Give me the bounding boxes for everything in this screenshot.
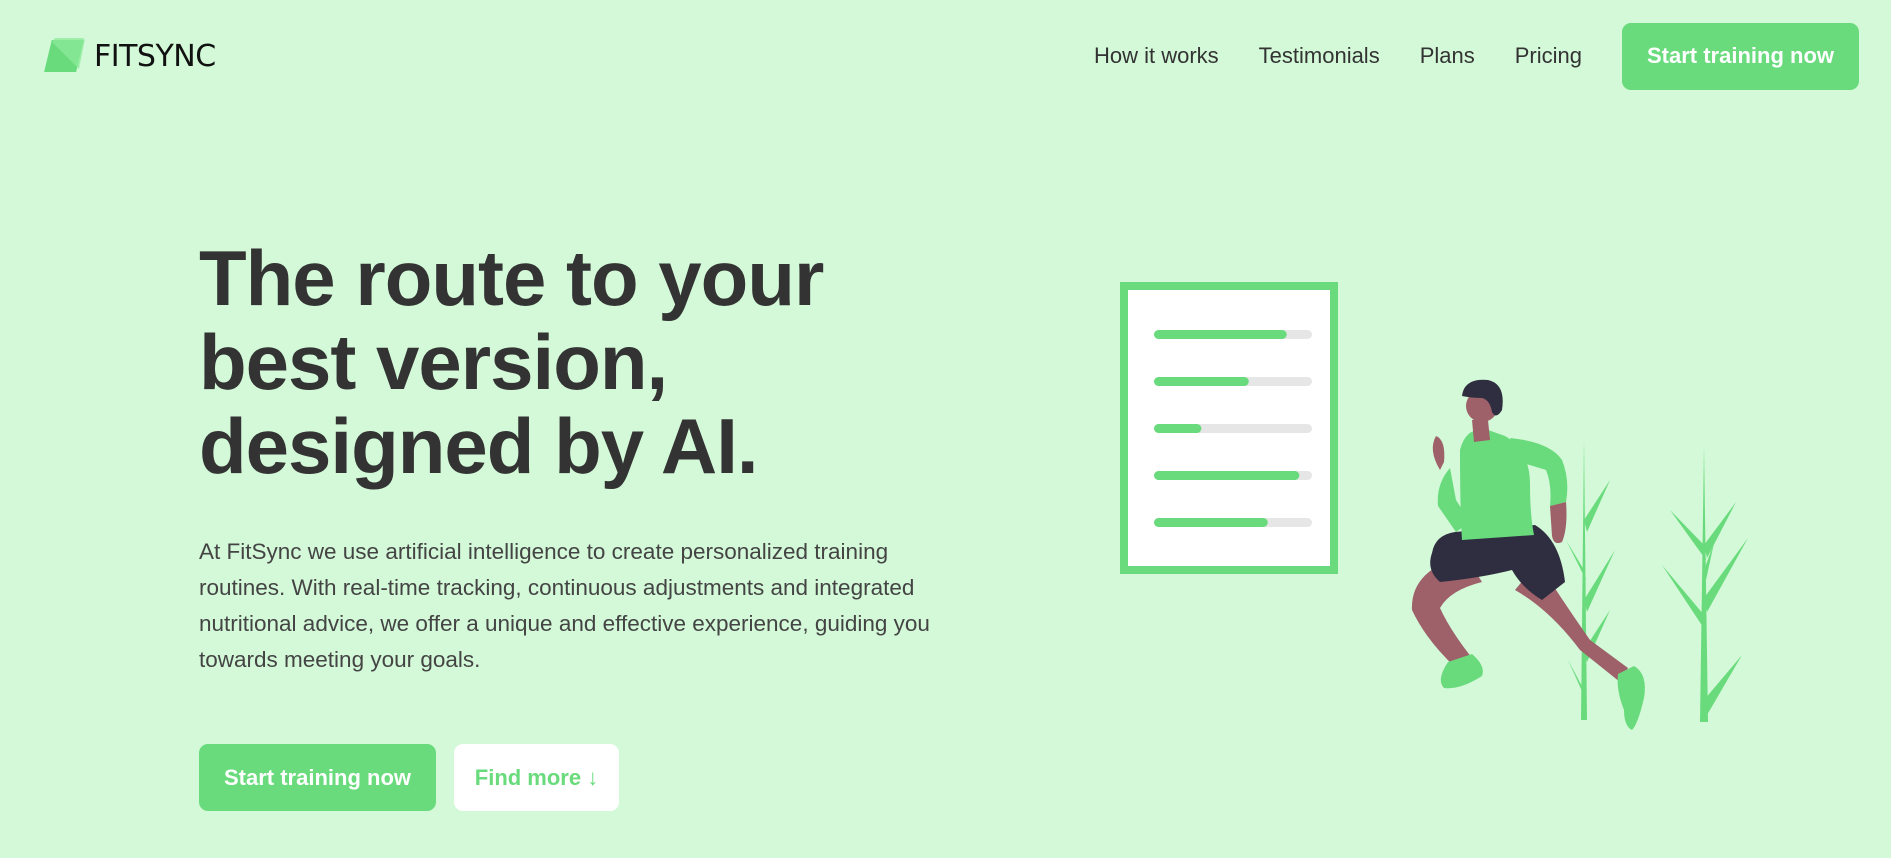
progress-board [1120, 282, 1338, 574]
brand-logo[interactable]: FITSYNC [42, 36, 216, 76]
nav-link-testimonials[interactable]: Testimonials [1259, 43, 1380, 69]
logo-icon [44, 38, 85, 72]
hero-title: The route to your best version, designed… [199, 234, 824, 490]
hero-actions: Start training now Find more ↓ [199, 744, 959, 811]
progress-fill [1154, 377, 1249, 386]
progress-fill [1154, 471, 1300, 480]
nav-link-plans[interactable]: Plans [1420, 43, 1475, 69]
nav-link-how-it-works[interactable]: How it works [1094, 43, 1219, 69]
hero-section: The route to your best version, designed… [199, 236, 959, 811]
brand-name: FITSYNC [94, 38, 216, 74]
main-nav: How it works Testimonials Plans Pricing … [1094, 22, 1859, 90]
runner-figure [1411, 379, 1645, 730]
nav-link-pricing[interactable]: Pricing [1515, 43, 1582, 69]
plant-right-icon [1662, 447, 1748, 722]
runner-with-progress-board-illustration [1110, 270, 1780, 750]
hero-start-training-button[interactable]: Start training now [199, 744, 436, 811]
progress-fill [1154, 330, 1287, 339]
progress-fill [1154, 424, 1202, 433]
plant-left-icon [1566, 440, 1615, 720]
header-start-training-button[interactable]: Start training now [1622, 22, 1859, 90]
find-more-button[interactable]: Find more ↓ [454, 744, 619, 811]
progress-fill [1154, 518, 1268, 527]
site-header: FITSYNC How it works Testimonials Plans … [0, 0, 1891, 112]
hero-description: At FitSync we use artificial intelligenc… [199, 539, 930, 672]
